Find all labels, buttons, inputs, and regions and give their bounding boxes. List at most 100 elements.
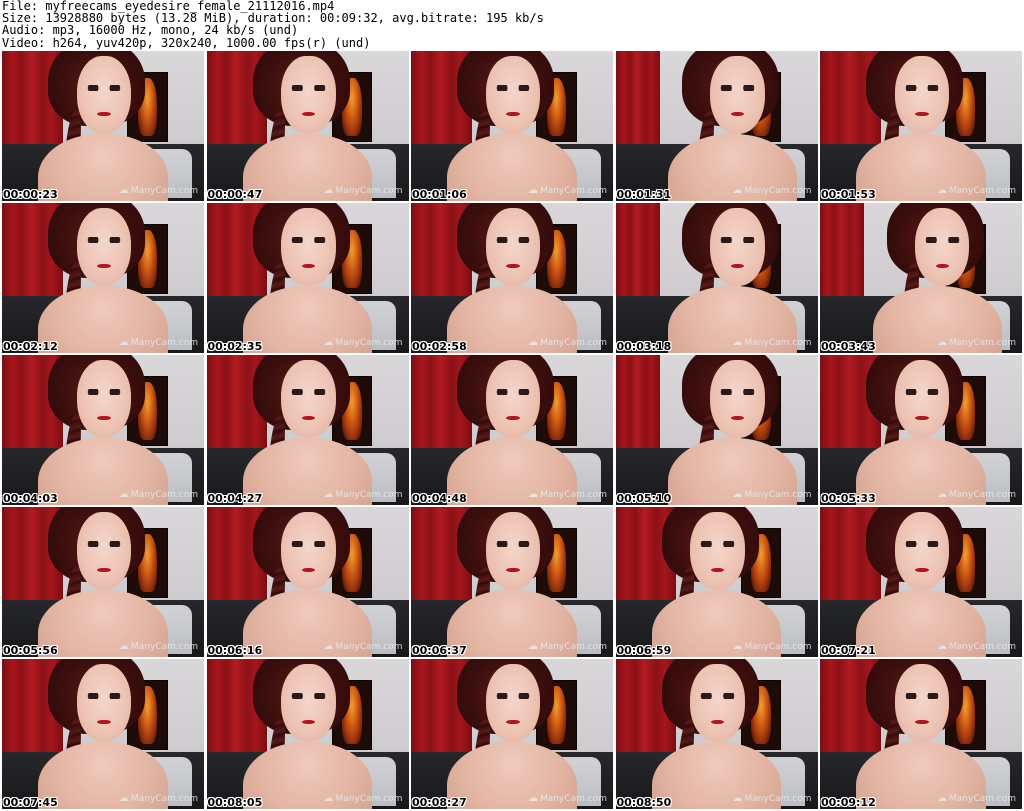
frame-timestamp: 00:05:56	[3, 644, 58, 657]
manycam-watermark: ☁ ManyCam.com	[937, 185, 1016, 196]
video-thumbnail[interactable]: ☁ ManyCam.com 00:09:12	[820, 659, 1022, 809]
video-thumbnail[interactable]: ☁ ManyCam.com 00:04:48	[411, 355, 613, 505]
manycam-logo-icon: ☁	[732, 337, 743, 348]
manycam-watermark: ☁ ManyCam.com	[323, 793, 403, 804]
manycam-logo-icon: ☁	[528, 489, 539, 500]
manycam-logo-icon: ☁	[323, 793, 334, 804]
file-info-header: File: myfreecams_eyedesire_female_211120…	[2, 0, 1022, 49]
manycam-watermark: ☁ ManyCam.com	[528, 185, 607, 196]
manycam-watermark: ☁ ManyCam.com	[937, 793, 1016, 804]
frame-timestamp: 00:08:27	[412, 796, 467, 809]
frame-timestamp: 00:06:16	[207, 644, 263, 657]
manycam-logo-icon: ☁	[323, 337, 334, 348]
manycam-logo-icon: ☁	[323, 185, 334, 196]
video-thumbnail[interactable]: ☁ ManyCam.com 00:01:06	[411, 51, 613, 201]
manycam-watermark: ☁ ManyCam.com	[323, 641, 403, 652]
manycam-logo-icon: ☁	[937, 641, 948, 652]
manycam-watermark: ☁ ManyCam.com	[323, 337, 403, 348]
frame-timestamp: 00:01:31	[616, 188, 672, 201]
video-thumbnail[interactable]: ☁ ManyCam.com 00:01:31	[615, 51, 818, 201]
manycam-watermark: ☁ ManyCam.com	[732, 793, 812, 804]
manycam-logo-icon: ☁	[528, 337, 539, 348]
video-thumbnail[interactable]: ☁ ManyCam.com 00:03:18	[615, 203, 818, 353]
manycam-logo-icon: ☁	[528, 641, 539, 652]
frame-timestamp: 00:00:47	[207, 188, 263, 201]
manycam-watermark: ☁ ManyCam.com	[732, 185, 812, 196]
manycam-watermark: ☁ ManyCam.com	[937, 641, 1016, 652]
video-thumbnail[interactable]: ☁ ManyCam.com 00:08:50	[615, 659, 818, 809]
manycam-logo-icon: ☁	[732, 641, 743, 652]
frame-timestamp: 00:02:58	[412, 340, 467, 353]
manycam-logo-icon: ☁	[937, 793, 948, 804]
manycam-watermark: ☁ ManyCam.com	[732, 641, 812, 652]
manycam-logo-icon: ☁	[732, 489, 743, 500]
manycam-logo-icon: ☁	[732, 793, 743, 804]
manycam-watermark: ☁ ManyCam.com	[119, 793, 198, 804]
manycam-watermark: ☁ ManyCam.com	[528, 489, 607, 500]
manycam-watermark: ☁ ManyCam.com	[119, 641, 198, 652]
manycam-watermark: ☁ ManyCam.com	[528, 641, 607, 652]
audio-info-line: Audio: mp3, 16000 Hz, mono, 24 kb/s (und…	[2, 23, 299, 38]
video-thumbnail[interactable]: ☁ ManyCam.com 00:01:53	[820, 51, 1022, 201]
frame-timestamp: 00:03:43	[821, 340, 876, 353]
video-thumbnail[interactable]: ☁ ManyCam.com 00:04:27	[206, 355, 409, 505]
video-info-line: Video: h264, yuv420p, 320x240, 1000.00 f…	[2, 35, 371, 50]
video-thumbnail[interactable]: ☁ ManyCam.com 00:08:27	[411, 659, 613, 809]
manycam-logo-icon: ☁	[119, 793, 130, 804]
frame-timestamp: 00:05:33	[821, 492, 876, 505]
video-thumbnail[interactable]: ☁ ManyCam.com 00:06:16	[206, 507, 409, 657]
video-thumbnail[interactable]: ☁ ManyCam.com 00:05:56	[2, 507, 204, 657]
manycam-watermark: ☁ ManyCam.com	[732, 489, 812, 500]
manycam-watermark: ☁ ManyCam.com	[937, 337, 1016, 348]
manycam-logo-icon: ☁	[937, 489, 948, 500]
video-thumbnail[interactable]: ☁ ManyCam.com 00:07:45	[2, 659, 204, 809]
frame-timestamp: 00:06:59	[616, 644, 672, 657]
manycam-logo-icon: ☁	[323, 489, 334, 500]
manycam-watermark: ☁ ManyCam.com	[323, 489, 403, 500]
frame-timestamp: 00:04:27	[207, 492, 263, 505]
frame-timestamp: 00:05:10	[616, 492, 672, 505]
manycam-watermark: ☁ ManyCam.com	[528, 337, 607, 348]
video-thumbnail[interactable]: ☁ ManyCam.com 00:06:37	[411, 507, 613, 657]
manycam-watermark: ☁ ManyCam.com	[528, 793, 607, 804]
manycam-logo-icon: ☁	[119, 641, 130, 652]
thumbnail-grid: ☁ ManyCam.com 00:00:23 ☁ ManyCam.com 00:00:4…	[2, 51, 1022, 809]
frame-timestamp: 00:08:05	[207, 796, 263, 809]
video-thumbnail[interactable]: ☁ ManyCam.com 00:05:33	[820, 355, 1022, 505]
video-thumbnail[interactable]: ☁ ManyCam.com 00:00:47	[206, 51, 409, 201]
frame-timestamp: 00:07:45	[3, 796, 58, 809]
manycam-logo-icon: ☁	[119, 489, 130, 500]
frame-timestamp: 00:04:48	[412, 492, 467, 505]
video-thumbnail[interactable]: ☁ ManyCam.com 00:02:58	[411, 203, 613, 353]
frame-timestamp: 00:04:03	[3, 492, 58, 505]
manycam-watermark: ☁ ManyCam.com	[119, 489, 198, 500]
manycam-logo-icon: ☁	[119, 337, 130, 348]
manycam-logo-icon: ☁	[528, 793, 539, 804]
frame-timestamp: 00:02:35	[207, 340, 263, 353]
frame-timestamp: 00:02:12	[3, 340, 58, 353]
video-thumbnail[interactable]: ☁ ManyCam.com 00:03:43	[820, 203, 1022, 353]
video-thumbnail[interactable]: ☁ ManyCam.com 00:07:21	[820, 507, 1022, 657]
manycam-watermark: ☁ ManyCam.com	[119, 185, 198, 196]
video-thumbnail[interactable]: ☁ ManyCam.com 00:05:10	[615, 355, 818, 505]
frame-timestamp: 00:00:23	[3, 188, 58, 201]
frame-timestamp: 00:01:06	[412, 188, 467, 201]
manycam-watermark: ☁ ManyCam.com	[732, 337, 812, 348]
manycam-logo-icon: ☁	[732, 185, 743, 196]
manycam-logo-icon: ☁	[937, 185, 948, 196]
video-thumbnail[interactable]: ☁ ManyCam.com 00:02:12	[2, 203, 204, 353]
video-thumbnail[interactable]: ☁ ManyCam.com 00:06:59	[615, 507, 818, 657]
video-thumbnail[interactable]: ☁ ManyCam.com 00:00:23	[2, 51, 204, 201]
frame-timestamp: 00:03:18	[616, 340, 672, 353]
frame-timestamp: 00:06:37	[412, 644, 467, 657]
manycam-watermark: ☁ ManyCam.com	[937, 489, 1016, 500]
manycam-logo-icon: ☁	[323, 641, 334, 652]
manycam-watermark: ☁ ManyCam.com	[119, 337, 198, 348]
video-thumbnail[interactable]: ☁ ManyCam.com 00:02:35	[206, 203, 409, 353]
manycam-watermark: ☁ ManyCam.com	[323, 185, 403, 196]
frame-timestamp: 00:09:12	[821, 796, 876, 809]
video-thumbnail[interactable]: ☁ ManyCam.com 00:08:05	[206, 659, 409, 809]
manycam-logo-icon: ☁	[937, 337, 948, 348]
video-thumbnail[interactable]: ☁ ManyCam.com 00:04:03	[2, 355, 204, 505]
frame-timestamp: 00:01:53	[821, 188, 876, 201]
